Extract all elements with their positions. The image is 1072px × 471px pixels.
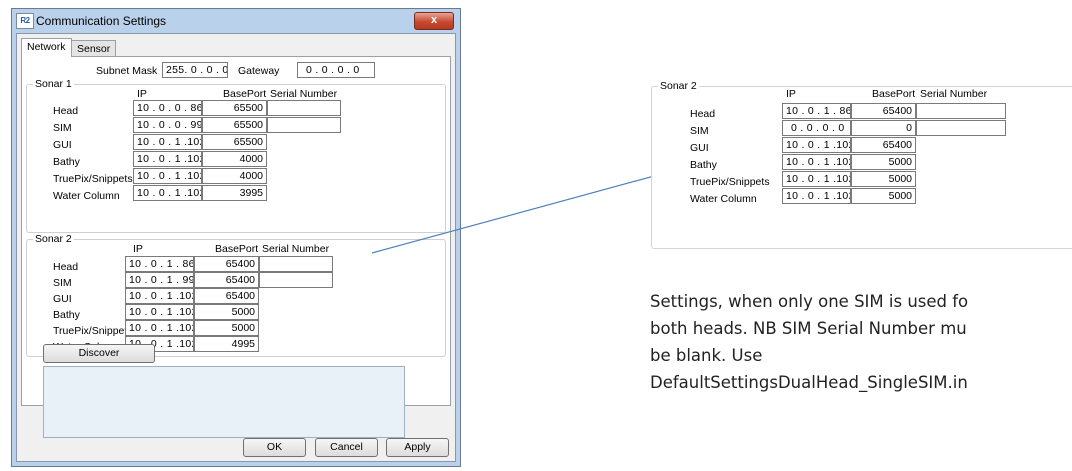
- caption-line: Settings, when only one SIM is used fo: [650, 292, 969, 311]
- snippet-col-ip: IP: [786, 88, 796, 100]
- snippet-truepix-label: TruePix/Snippets: [690, 176, 770, 188]
- snippet-gui-port-input[interactable]: 65400: [851, 137, 916, 153]
- arrow-line: [371, 169, 677, 254]
- snippet-bathy-label: Bathy: [690, 159, 717, 171]
- snippet-sim-serial-input[interactable]: [916, 120, 1006, 136]
- sonar2-single-sim-snippet: Sonar 2 IP BasePort Serial Number Head 1…: [651, 80, 1072, 249]
- snippet-col-serial: Serial Number: [920, 88, 988, 100]
- caption-line: both heads. NB SIM Serial Number mu: [650, 319, 967, 338]
- caption-line: DefaultSettingsDualHead_SingleSIM.in: [650, 373, 968, 392]
- snippet-col-baseport: BasePort: [872, 88, 916, 100]
- snippet-sim-ip-input[interactable]: 0 . 0 . 0 . 0: [782, 120, 851, 136]
- caption-line: be blank. Use: [650, 346, 763, 365]
- snippet-head-ip-input[interactable]: 10 . 0 . 1 . 86: [782, 103, 851, 119]
- snippet-head-port-input[interactable]: 65400: [851, 103, 916, 119]
- snippet-gui-label: GUI: [690, 142, 709, 154]
- tab-network[interactable]: Network: [21, 38, 72, 57]
- snippet-group-title: Sonar 2: [658, 80, 699, 92]
- snippet-gui-ip-input[interactable]: 10 . 0 . 1 .102: [782, 137, 851, 153]
- snippet-truepix-port-input[interactable]: 5000: [851, 171, 916, 187]
- snippet-head-serial-input[interactable]: [916, 103, 1006, 119]
- snippet-watercolumn-port-input[interactable]: 5000: [851, 188, 916, 204]
- snippet-bathy-ip-input[interactable]: 10 . 0 . 1 .102: [782, 154, 851, 170]
- snippet-truepix-ip-input[interactable]: 10 . 0 . 1 .102: [782, 171, 851, 187]
- snippet-watercolumn-ip-input[interactable]: 10 . 0 . 1 .102: [782, 188, 851, 204]
- snippet-sim-label: SIM: [690, 125, 709, 137]
- snippet-watercolumn-label: Water Column: [690, 193, 757, 205]
- snippet-bathy-port-input[interactable]: 5000: [851, 154, 916, 170]
- caption-text: Settings, when only one SIM is used fo b…: [650, 288, 1072, 396]
- snippet-sim-port-input[interactable]: 0: [851, 120, 916, 136]
- snippet-head-label: Head: [690, 108, 716, 120]
